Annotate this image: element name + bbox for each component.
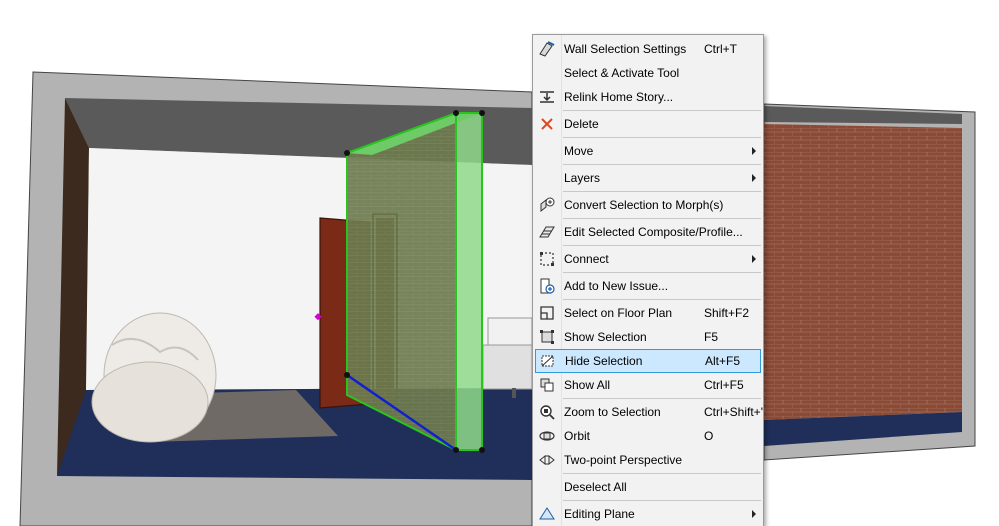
menu-label: Zoom to Selection [564,405,661,419]
delete-x-icon [537,114,557,134]
menu-shortcut: Shift+F2 [704,306,750,320]
menu-label: Editing Plane [564,507,635,521]
menu-item-show-all[interactable]: Show All Ctrl+F5 [533,373,763,397]
show-all-icon [537,375,557,395]
orbit-icon [537,426,557,446]
menu-separator [563,398,761,399]
submenu-arrow-icon [752,510,756,518]
menu-shortcut: F5 [704,330,719,344]
menu-label: Select & Activate Tool [564,66,680,80]
menu-separator [563,299,761,300]
menu-label: Convert Selection to Morph(s) [564,198,724,212]
issue-icon [537,276,557,296]
menu-separator [563,218,761,219]
menu-item-select-activate-tool[interactable]: Select & Activate Tool [533,61,763,85]
menu-item-layers[interactable]: Layers [533,166,763,190]
perspective-icon [537,450,557,470]
menu-item-deselect-all[interactable]: Deselect All [533,475,763,499]
menu-item-hide-selection[interactable]: Hide Selection Alt+F5 [535,349,761,373]
menu-shortcut: Alt+F5 [705,354,741,368]
menu-separator [563,245,761,246]
menu-separator [563,110,761,111]
menu-item-edit-composite-profile[interactable]: Edit Selected Composite/Profile... [533,220,763,244]
submenu-arrow-icon [752,255,756,263]
brick-wall [764,124,962,420]
menu-label: Hide Selection [565,354,643,368]
relink-story-icon [537,87,557,107]
composite-icon [537,222,557,242]
wall-settings-icon [537,39,557,59]
menu-separator [563,191,761,192]
editing-plane-icon [537,504,557,524]
menu-label: Layers [564,171,601,185]
menu-label: Move [564,144,594,158]
morph-icon [537,195,557,215]
menu-shortcut: Ctrl+T [704,42,737,56]
menu-item-wall-selection-settings[interactable]: Wall Selection Settings Ctrl+T [533,37,763,61]
submenu-arrow-icon [752,147,756,155]
menu-label: Select on Floor Plan [564,306,673,320]
show-selection-icon [537,327,557,347]
menu-item-move[interactable]: Move [533,139,763,163]
menu-label: Wall Selection Settings [564,42,687,56]
floor-plan-icon [537,303,557,323]
menu-item-orbit[interactable]: Orbit O [533,424,763,448]
menu-separator [563,272,761,273]
menu-label: Two-point Perspective [564,453,683,467]
menu-label: Deselect All [564,480,627,494]
menu-label: Connect [564,252,609,266]
menu-label: Orbit [564,429,591,443]
menu-item-add-to-new-issue[interactable]: Add to New Issue... [533,274,763,298]
menu-item-relink-home-story[interactable]: Relink Home Story... [533,85,763,109]
menu-separator [563,473,761,474]
zoom-selection-icon [537,402,557,422]
menu-shortcut: O [704,429,714,443]
context-menu: Wall Selection Settings Ctrl+T Select & … [532,34,764,526]
menu-label: Edit Selected Composite/Profile... [564,225,743,239]
connect-icon [537,249,557,269]
menu-label: Add to New Issue... [564,279,669,293]
menu-item-show-selection[interactable]: Show Selection F5 [533,325,763,349]
menu-shortcut: Ctrl+F5 [704,378,744,392]
3d-viewport[interactable] [0,0,999,526]
menu-label: Relink Home Story... [564,90,674,104]
menu-separator [563,500,761,501]
hide-selection-icon [538,351,558,371]
menu-separator [563,137,761,138]
menu-label: Delete [564,117,599,131]
menu-item-select-on-floor-plan[interactable]: Select on Floor Plan Shift+F2 [533,301,763,325]
menu-separator [563,164,761,165]
menu-item-delete[interactable]: Delete [533,112,763,136]
menu-item-zoom-to-selection[interactable]: Zoom to Selection Ctrl+Shift+' [533,400,763,424]
menu-shortcut: Ctrl+Shift+' [704,405,763,419]
submenu-arrow-icon [752,174,756,182]
armchair [482,317,533,398]
menu-item-two-point-perspective[interactable]: Two-point Perspective [533,448,763,472]
menu-item-connect[interactable]: Connect [533,247,763,271]
menu-label: Show Selection [564,330,647,344]
menu-item-convert-to-morph[interactable]: Convert Selection to Morph(s) [533,193,763,217]
menu-item-editing-plane[interactable]: Editing Plane [533,502,763,526]
menu-label: Show All [564,378,611,392]
